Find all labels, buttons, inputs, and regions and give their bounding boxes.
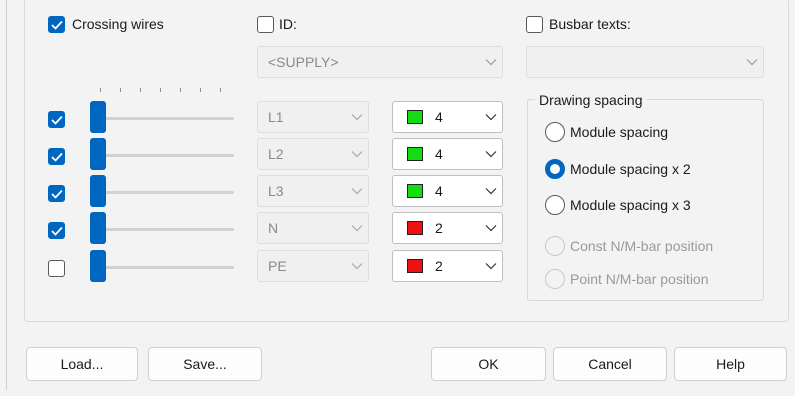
radio-label: Module spacing bbox=[570, 124, 669, 140]
crossing-wires-label: Crossing wires bbox=[72, 16, 164, 32]
checkmark-icon bbox=[50, 115, 63, 125]
row-phase-combo[interactable]: L2 bbox=[257, 138, 369, 170]
slider-ticks bbox=[97, 88, 237, 94]
row-phase-value: L1 bbox=[268, 109, 284, 125]
row-slider-thumb[interactable] bbox=[90, 212, 106, 244]
row-slider-track[interactable] bbox=[90, 191, 234, 194]
row-enable-checkbox[interactable] bbox=[48, 260, 65, 277]
color-swatch bbox=[407, 147, 423, 161]
row-slider-track[interactable] bbox=[90, 154, 234, 157]
checkmark-icon bbox=[50, 152, 63, 162]
save-button[interactable]: Save... bbox=[148, 347, 262, 381]
radio-label: Point N/M-bar position bbox=[570, 271, 709, 287]
chevron-down-icon bbox=[741, 58, 763, 66]
row-phase-value: L3 bbox=[268, 183, 284, 199]
row-phase-combo[interactable]: N bbox=[257, 212, 369, 244]
row-color-value: 4 bbox=[435, 183, 443, 199]
row-enable-checkbox[interactable] bbox=[48, 111, 65, 128]
chevron-down-icon bbox=[480, 150, 502, 158]
row-enable-checkbox[interactable] bbox=[48, 148, 65, 165]
chevron-down-icon bbox=[346, 224, 368, 232]
id-combo-value: <SUPPLY> bbox=[268, 54, 339, 70]
id-combo[interactable]: <SUPPLY> bbox=[257, 46, 503, 78]
row-color-combo[interactable]: 4 bbox=[392, 101, 503, 133]
help-button[interactable]: Help bbox=[674, 347, 787, 381]
row-slider-track[interactable] bbox=[90, 117, 234, 120]
row-phase-value: PE bbox=[268, 258, 287, 274]
color-swatch bbox=[407, 110, 423, 124]
chevron-down-icon bbox=[346, 113, 368, 121]
id-label: ID: bbox=[279, 16, 297, 32]
window-left-edge bbox=[6, 0, 7, 390]
row-phase-combo[interactable]: L3 bbox=[257, 175, 369, 207]
radio-3 bbox=[545, 236, 565, 256]
chevron-down-icon bbox=[480, 187, 502, 195]
row-color-value: 2 bbox=[435, 220, 443, 236]
row-color-combo[interactable]: 2 bbox=[392, 250, 503, 282]
row-color-combo[interactable]: 2 bbox=[392, 212, 503, 244]
crossing-wires-checkbox[interactable] bbox=[48, 16, 65, 33]
row-slider-thumb[interactable] bbox=[90, 250, 106, 282]
chevron-down-icon bbox=[346, 150, 368, 158]
checkmark-icon bbox=[50, 226, 63, 236]
drawing-spacing-title: Drawing spacing bbox=[535, 92, 647, 108]
row-color-value: 4 bbox=[435, 146, 443, 162]
row-phase-value: L2 bbox=[268, 146, 284, 162]
row-slider-thumb[interactable] bbox=[90, 175, 106, 207]
chevron-down-icon bbox=[346, 262, 368, 270]
chevron-down-icon bbox=[480, 113, 502, 121]
radio-2[interactable] bbox=[545, 195, 565, 215]
chevron-down-icon bbox=[346, 187, 368, 195]
radio-label: Module spacing x 3 bbox=[570, 197, 691, 213]
row-color-combo[interactable]: 4 bbox=[392, 138, 503, 170]
color-swatch bbox=[407, 221, 423, 235]
color-swatch bbox=[407, 259, 423, 273]
row-slider-thumb[interactable] bbox=[90, 101, 106, 133]
row-enable-checkbox[interactable] bbox=[48, 222, 65, 239]
row-color-value: 2 bbox=[435, 258, 443, 274]
radio-label: Module spacing x 2 bbox=[570, 161, 691, 177]
row-phase-combo[interactable]: PE bbox=[257, 250, 369, 282]
radio-1[interactable] bbox=[545, 159, 565, 179]
row-color-value: 4 bbox=[435, 109, 443, 125]
radio-label: Const N/M-bar position bbox=[570, 238, 714, 254]
radio-0[interactable] bbox=[545, 122, 565, 142]
busbar-texts-label: Busbar texts: bbox=[549, 16, 631, 32]
cancel-button[interactable]: Cancel bbox=[553, 347, 667, 381]
color-swatch bbox=[407, 184, 423, 198]
row-color-combo[interactable]: 4 bbox=[392, 175, 503, 207]
chevron-down-icon bbox=[480, 224, 502, 232]
chevron-down-icon bbox=[480, 58, 502, 66]
load-button[interactable]: Load... bbox=[26, 347, 138, 381]
row-phase-value: N bbox=[268, 220, 279, 236]
row-enable-checkbox[interactable] bbox=[48, 185, 65, 202]
row-slider-track[interactable] bbox=[90, 228, 234, 231]
radio-4 bbox=[545, 269, 565, 289]
busbar-texts-checkbox[interactable] bbox=[526, 16, 543, 33]
checkmark-icon bbox=[50, 20, 63, 30]
busbar-texts-combo[interactable] bbox=[526, 46, 764, 78]
ok-button[interactable]: OK bbox=[431, 347, 546, 381]
checkmark-icon bbox=[50, 189, 63, 199]
chevron-down-icon bbox=[480, 262, 502, 270]
id-checkbox[interactable] bbox=[257, 16, 274, 33]
row-phase-combo[interactable]: L1 bbox=[257, 101, 369, 133]
row-slider-thumb[interactable] bbox=[90, 138, 106, 170]
row-slider-track[interactable] bbox=[90, 266, 234, 269]
